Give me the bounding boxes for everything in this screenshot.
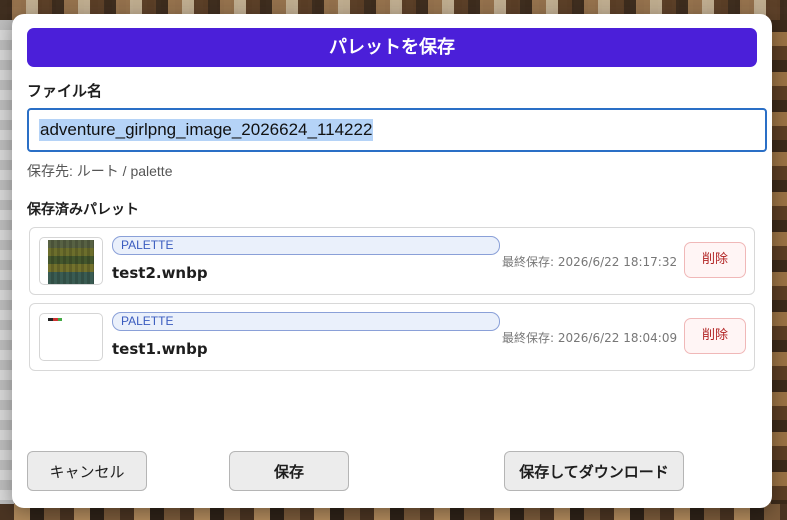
palette-type-badge: PALETTE: [112, 312, 500, 331]
filename-input[interactable]: adventure_girlpng_image_2026624_114222: [27, 108, 767, 152]
palette-thumbnail: [39, 313, 103, 361]
delete-palette-button[interactable]: 削除: [684, 242, 746, 278]
palette-list-item[interactable]: PALETTE test1.wnbp 最終保存: 2026/6/22 18:04…: [29, 303, 755, 371]
filename-input-value[interactable]: adventure_girlpng_image_2026624_114222: [39, 119, 374, 141]
dialog-title: パレットを保存: [27, 28, 757, 67]
save-and-download-button[interactable]: 保存してダウンロード: [504, 451, 684, 491]
palette-type-badge: PALETTE: [112, 236, 500, 255]
cancel-button[interactable]: キャンセル: [27, 451, 147, 491]
delete-palette-button[interactable]: 削除: [684, 318, 746, 354]
palette-file-name: test2.wnbp: [112, 264, 208, 282]
palette-list-item[interactable]: PALETTE test2.wnbp 最終保存: 2026/6/22 18:17…: [29, 227, 755, 295]
save-button[interactable]: 保存: [229, 451, 349, 491]
palette-last-saved: 最終保存: 2026/6/22 18:17:32: [502, 255, 678, 269]
palette-last-saved: 最終保存: 2026/6/22 18:04:09: [502, 331, 678, 345]
palette-preview-image: [48, 318, 62, 321]
background-canvas-right: [771, 20, 787, 504]
save-palette-dialog: パレットを保存 ファイル名 adventure_girlpng_image_20…: [12, 14, 772, 508]
save-destination: 保存先: ルート / palette: [27, 163, 173, 179]
saved-palettes-list: PALETTE test2.wnbp 最終保存: 2026/6/22 18:17…: [29, 227, 755, 379]
filename-label: ファイル名: [27, 82, 103, 100]
saved-palettes-label: 保存済みパレット: [27, 202, 139, 218]
palette-thumbnail: [39, 237, 103, 285]
palette-file-name: test1.wnbp: [112, 340, 208, 358]
palette-preview-image: [48, 240, 94, 284]
